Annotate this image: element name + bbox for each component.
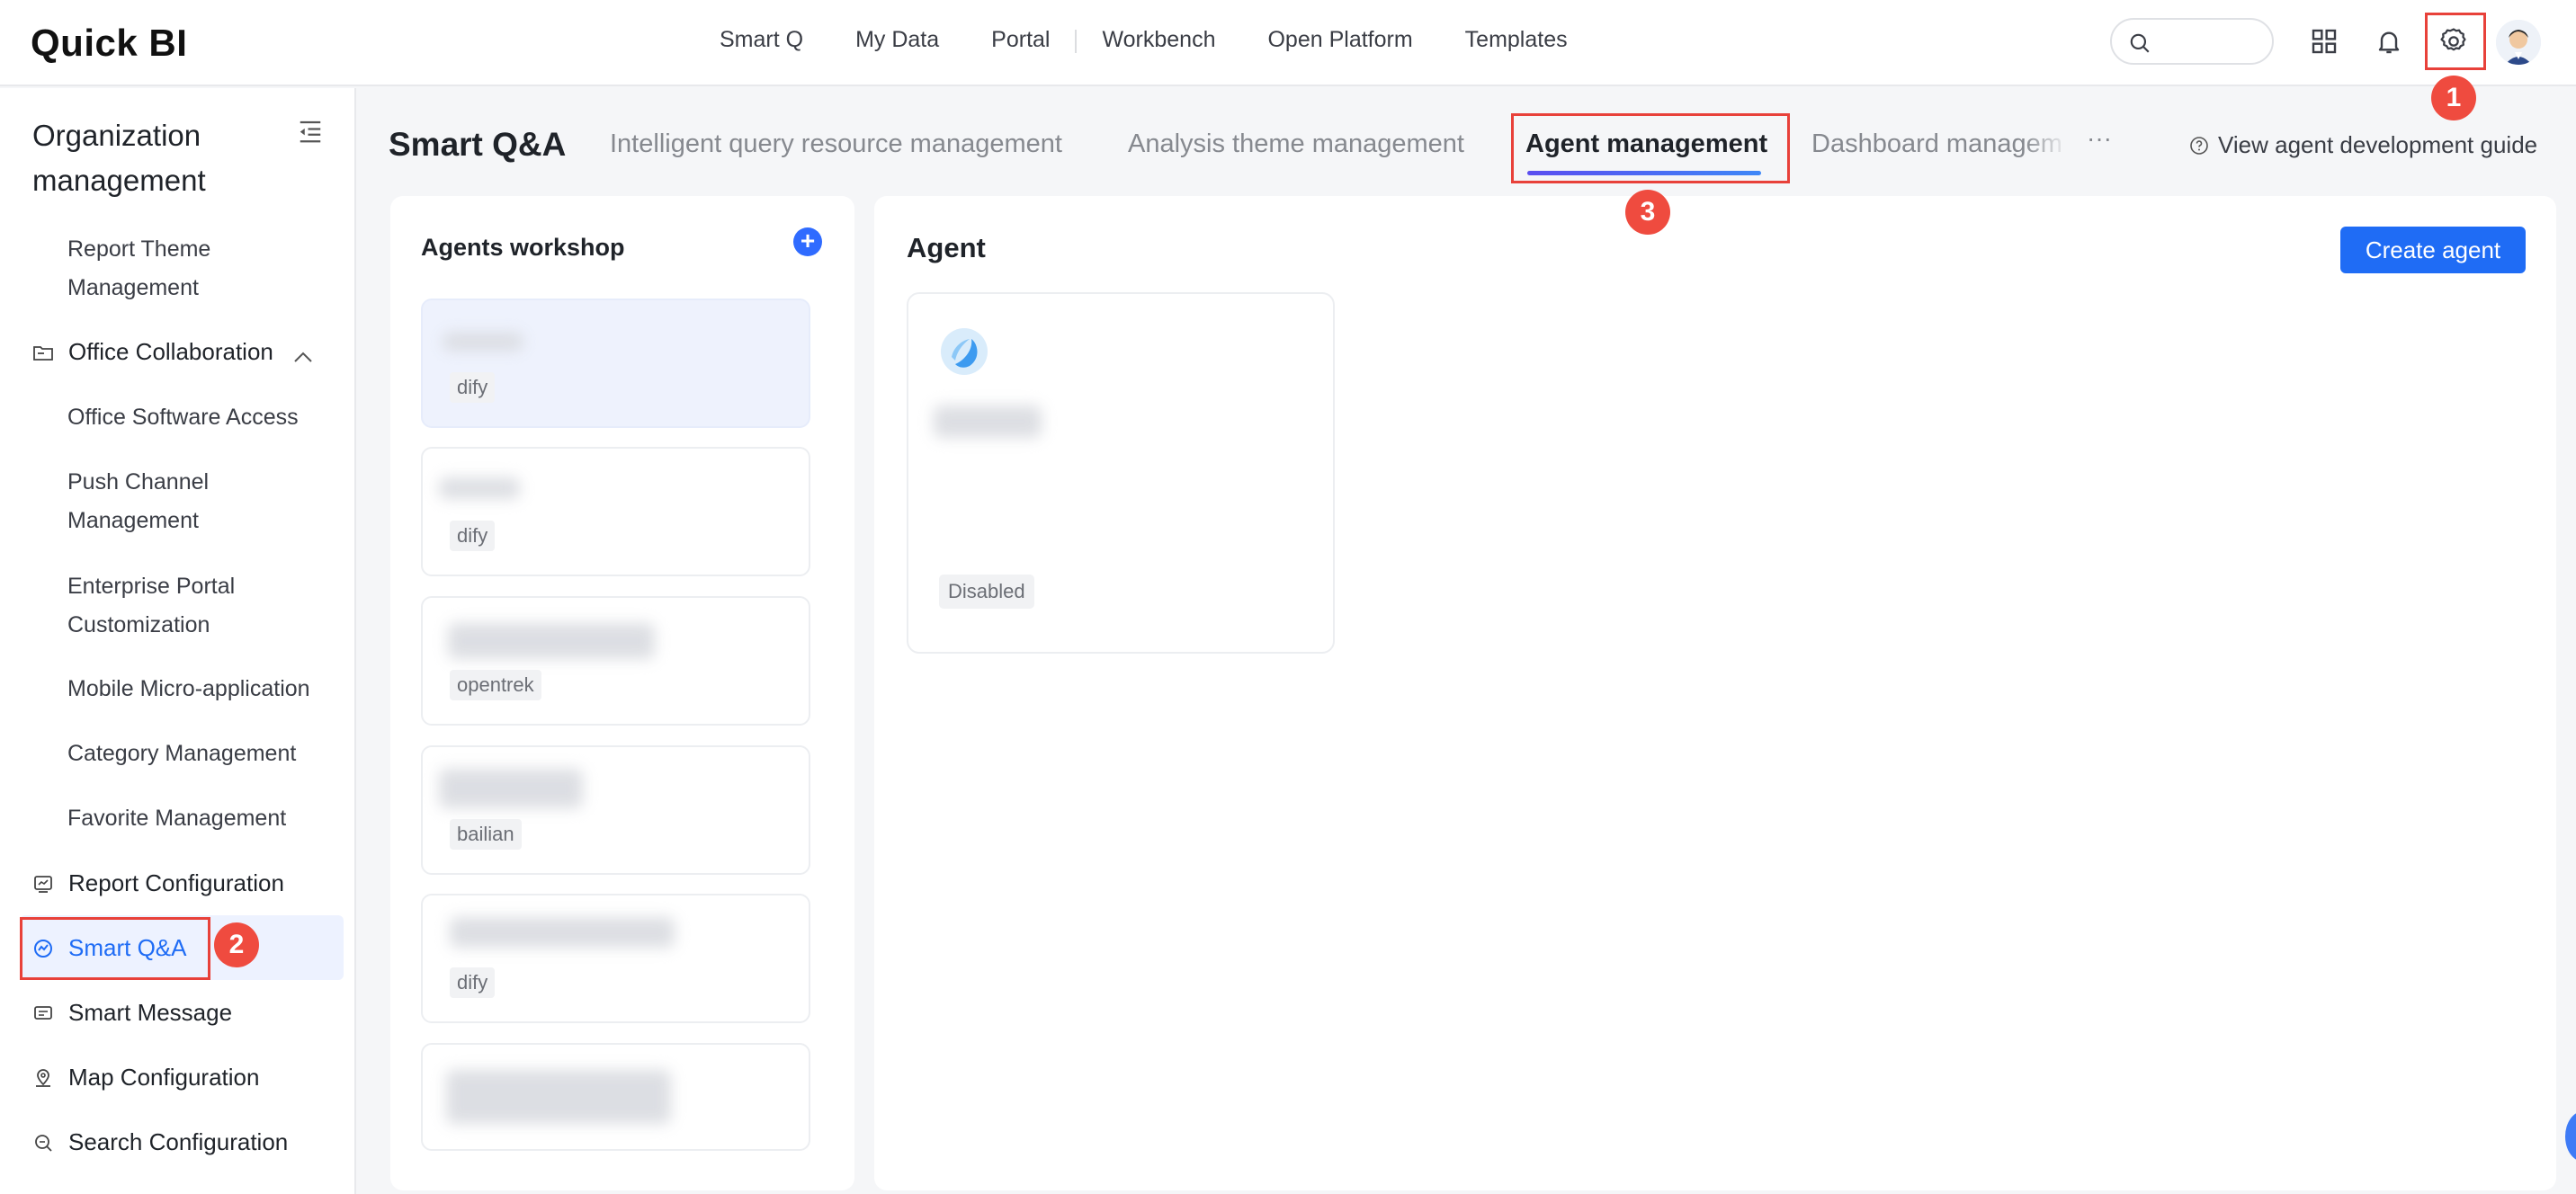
workshop-card[interactable]: dify: [421, 298, 810, 428]
sidebar-group-label: Search Configuration: [68, 1128, 289, 1155]
nav-my-data[interactable]: My Data: [855, 27, 939, 53]
sidebar-group-label: Smart Message: [68, 999, 233, 1026]
nav-open-platform[interactable]: Open Platform: [1267, 27, 1412, 53]
view-agent-guide-link[interactable]: View agent development guide: [2189, 131, 2537, 159]
search-config-icon: [32, 1132, 54, 1154]
sidebar-group-search-configuration[interactable]: Search Configuration: [32, 1128, 338, 1156]
chevron-up-icon[interactable]: [293, 342, 313, 370]
guide-label: View agent development guide: [2218, 131, 2538, 158]
message-icon: [32, 1002, 54, 1024]
sidebar-item-category-management[interactable]: Category Management: [67, 735, 337, 773]
sidebar-item-mobile-micro-application[interactable]: Mobile Micro-application: [67, 670, 337, 708]
blurred-agent-name: [439, 769, 583, 808]
blurred-agent-name: [443, 333, 523, 351]
nav-templates[interactable]: Templates: [1465, 27, 1568, 53]
sidebar-item-push-channel-management[interactable]: Push Channel Management: [67, 463, 337, 540]
blurred-agent-name: [450, 917, 675, 948]
help-circle-icon: [2190, 136, 2208, 155]
agent-card[interactable]: Disabled: [907, 292, 1335, 654]
agent-logo-icon: [937, 325, 991, 379]
workshop-card[interactable]: dify: [421, 447, 810, 576]
apps-grid-icon[interactable]: [2306, 23, 2342, 59]
workshop-card[interactable]: bailian: [421, 745, 810, 875]
agent-source-tag: dify: [450, 521, 496, 551]
blurred-agent-name: [448, 623, 655, 659]
blurred-agent-name: [439, 477, 520, 499]
search-icon: [2130, 33, 2150, 53]
agents-workshop-title: Agents workshop: [421, 234, 625, 261]
sidebar-group-label: Office Collaboration: [68, 338, 273, 365]
avatar[interactable]: [2496, 20, 2541, 65]
floating-assistant-button[interactable]: [2565, 1111, 2576, 1162]
add-agent-plus-icon[interactable]: +: [793, 227, 822, 256]
bell-icon[interactable]: [2371, 23, 2407, 59]
sidebar-title: Organization management: [32, 119, 206, 197]
create-agent-button[interactable]: Create agent: [2340, 227, 2526, 273]
sidebar-group-smart-message[interactable]: Smart Message: [32, 999, 338, 1027]
report-icon: [32, 873, 54, 895]
workshop-card[interactable]: dify: [421, 894, 810, 1023]
blurred-agent-name: [934, 405, 1042, 438]
annotation-box-2: [20, 917, 210, 980]
collapse-sidebar-icon[interactable]: [297, 119, 324, 148]
nav-smart-q[interactable]: Smart Q: [720, 27, 803, 53]
page-title: Smart Q&A: [389, 126, 567, 163]
annotation-badge-2: 2: [214, 922, 259, 967]
annotation-box-3: [1511, 113, 1790, 183]
agent-source-tag: bailian: [450, 819, 522, 850]
agent-source-tag: dify: [450, 372, 496, 403]
sidebar-item-office-software-access[interactable]: Office Software Access: [67, 398, 337, 437]
annotation-badge-3: 3: [1625, 190, 1670, 235]
sidebar-group-office-collaboration[interactable]: Office Collaboration: [32, 338, 338, 366]
tab-analysis-theme-management[interactable]: Analysis theme management: [1128, 129, 1464, 159]
workshop-card[interactable]: [421, 1043, 810, 1151]
nav-portal[interactable]: Portal: [991, 27, 1050, 53]
nav-divider: [1075, 30, 1078, 53]
sidebar-group-report-configuration[interactable]: Report Configuration: [32, 869, 338, 897]
tab-intelligent-query-resource-management[interactable]: Intelligent query resource management: [610, 129, 1062, 159]
annotation-box-1: [2425, 13, 2486, 70]
map-pin-icon: [32, 1067, 54, 1089]
folder-icon: [32, 342, 54, 363]
top-bar: Quick BI Smart Q My Data Portal Workbenc…: [0, 0, 2576, 86]
quick-bi-logo[interactable]: Quick BI: [31, 22, 187, 65]
tab-overflow-fade: [2024, 111, 2069, 174]
sidebar-group-label: Map Configuration: [68, 1064, 260, 1091]
agent-section-title: Agent: [907, 232, 986, 263]
top-navigation: Smart Q My Data Portal Workbench Open Pl…: [720, 27, 1620, 53]
agent-source-tag: dify: [450, 967, 496, 998]
status-badge: Disabled: [939, 575, 1034, 609]
sidebar-item-report-theme-management[interactable]: Report Theme Management: [67, 230, 337, 307]
more-tabs-button[interactable]: ···: [2087, 124, 2112, 153]
agent-source-tag: opentrek: [450, 670, 541, 700]
annotation-badge-1: 1: [2431, 76, 2476, 120]
sidebar-group-label: Report Configuration: [68, 869, 284, 896]
workshop-card[interactable]: opentrek: [421, 596, 810, 726]
blurred-agent-name: [446, 1070, 671, 1124]
search-input[interactable]: [2110, 18, 2274, 65]
nav-workbench[interactable]: Workbench: [1102, 27, 1215, 53]
sidebar-item-favorite-management[interactable]: Favorite Management: [67, 799, 337, 838]
sidebar-group-map-configuration[interactable]: Map Configuration: [32, 1064, 338, 1092]
sidebar-item-enterprise-portal-customization[interactable]: Enterprise Portal Customization: [67, 567, 337, 645]
